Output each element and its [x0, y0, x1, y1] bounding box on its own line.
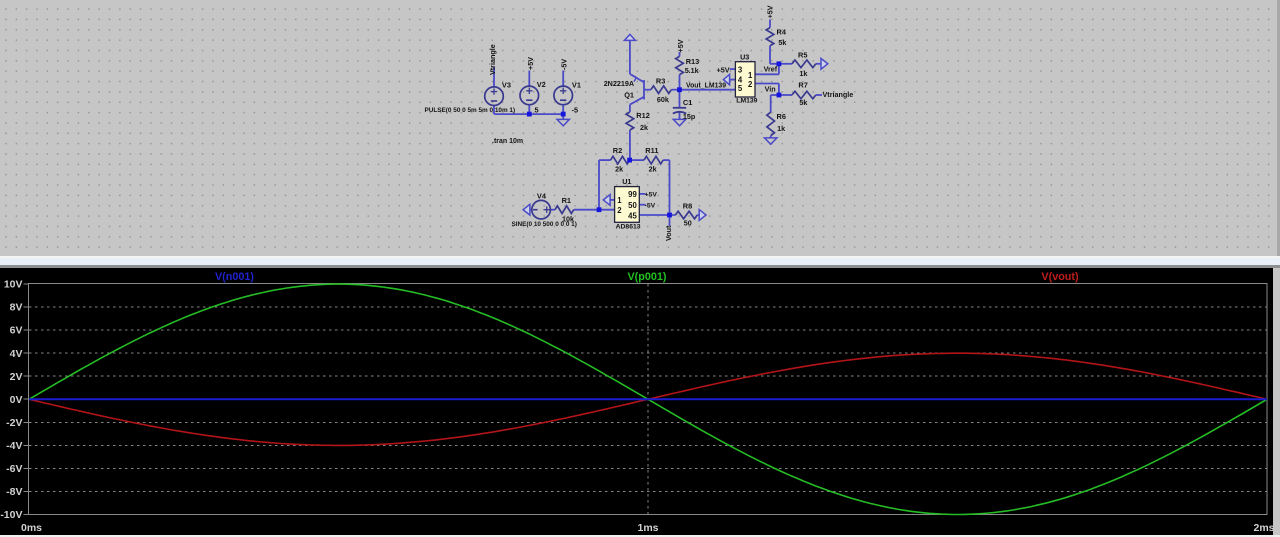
svg-text:R1: R1: [562, 196, 571, 205]
svg-text:U3: U3: [740, 53, 749, 62]
svg-text:2: 2: [748, 80, 753, 89]
svg-text:1k: 1k: [777, 124, 785, 133]
svg-text:5k: 5k: [778, 38, 786, 47]
svg-text:2k: 2k: [615, 165, 623, 174]
svg-text:Vtriangle: Vtriangle: [488, 44, 497, 75]
svg-text:5k: 5k: [799, 98, 807, 107]
svg-text:R3: R3: [656, 76, 665, 85]
svg-text:3: 3: [738, 65, 743, 74]
svg-text:2: 2: [617, 206, 622, 215]
svg-text:50: 50: [628, 201, 637, 210]
svg-text:Vtriangle: Vtriangle: [823, 90, 854, 99]
svg-text:V4: V4: [537, 191, 547, 200]
svg-text:0ms: 0ms: [21, 522, 42, 534]
svg-text:-2V: -2V: [6, 417, 22, 429]
svg-text:60k: 60k: [657, 95, 669, 104]
svg-text:-4V: -4V: [6, 440, 22, 452]
svg-text:SINE(0 10 500 0 0 0 1): SINE(0 10 500 0 0 0 1): [512, 221, 577, 228]
svg-text:PULSE(0 50 0 5m 5m 0 10m 1): PULSE(0 50 0 5m 5m 0 10m 1): [425, 107, 516, 114]
svg-text:Vref: Vref: [764, 65, 778, 74]
svg-text:V(n001): V(n001): [215, 271, 254, 283]
svg-text:+5V: +5V: [717, 65, 730, 74]
svg-text:45: 45: [628, 211, 637, 220]
svg-text:2N2219A: 2N2219A: [604, 79, 634, 88]
svg-text:V1: V1: [572, 80, 581, 89]
svg-text:2k: 2k: [640, 123, 648, 132]
svg-text:Vout_LM139: Vout_LM139: [686, 83, 726, 90]
svg-text:R11: R11: [645, 146, 658, 155]
svg-text:-5V: -5V: [560, 59, 569, 70]
svg-text:-10V: -10V: [0, 509, 22, 521]
svg-text:5.1k: 5.1k: [685, 66, 699, 75]
svg-text:6V: 6V: [10, 325, 23, 337]
svg-text:-6V: -6V: [6, 463, 22, 475]
svg-text:15p: 15p: [683, 112, 696, 121]
svg-text:+5V: +5V: [526, 57, 535, 70]
svg-text:1: 1: [748, 71, 753, 80]
svg-text:R4: R4: [777, 27, 787, 36]
svg-text:+5V: +5V: [645, 192, 658, 199]
svg-text:V3: V3: [502, 80, 511, 89]
svg-text:Q1: Q1: [624, 90, 634, 99]
svg-text:R7: R7: [798, 81, 807, 90]
svg-text:U1: U1: [622, 177, 631, 186]
svg-text:5: 5: [535, 105, 539, 114]
svg-text:LM139: LM139: [736, 98, 757, 105]
svg-text:1ms: 1ms: [637, 522, 658, 534]
svg-text:V(vout): V(vout): [1041, 271, 1079, 283]
svg-text:2k: 2k: [649, 165, 657, 174]
svg-text:R2: R2: [613, 146, 622, 155]
svg-text:1: 1: [617, 196, 622, 205]
svg-text:R13: R13: [686, 57, 700, 66]
svg-text:8V: 8V: [10, 302, 23, 314]
svg-text:.tran 10m: .tran 10m: [492, 138, 523, 145]
svg-text:V(p001): V(p001): [627, 271, 666, 283]
svg-text:5: 5: [738, 84, 743, 93]
svg-text:C1: C1: [683, 98, 692, 107]
svg-text:50: 50: [684, 219, 692, 228]
svg-text:R12: R12: [636, 111, 650, 120]
svg-text:V2: V2: [537, 80, 546, 89]
svg-text:AD8613: AD8613: [616, 223, 641, 230]
svg-text:R6: R6: [777, 112, 786, 121]
svg-text:R8: R8: [683, 201, 692, 210]
svg-text:-8V: -8V: [6, 486, 22, 498]
svg-text:-5V: -5V: [645, 202, 656, 209]
svg-text:-5: -5: [572, 105, 579, 114]
svg-text:R5: R5: [798, 51, 807, 60]
svg-text:99: 99: [628, 190, 637, 199]
svg-text:+5V: +5V: [766, 5, 775, 18]
svg-text:1k: 1k: [799, 69, 807, 78]
svg-text:2V: 2V: [10, 371, 23, 383]
svg-text:Vin: Vin: [765, 85, 776, 94]
svg-text:4V: 4V: [10, 348, 23, 360]
svg-text:0V: 0V: [10, 394, 23, 406]
svg-text:+5V: +5V: [676, 39, 685, 52]
svg-text:2ms: 2ms: [1253, 522, 1274, 534]
svg-text:10V: 10V: [4, 279, 23, 291]
svg-text:Vout: Vout: [664, 225, 673, 241]
